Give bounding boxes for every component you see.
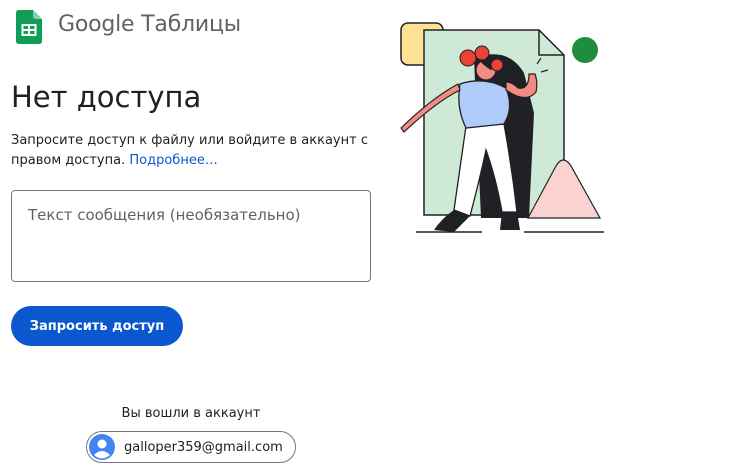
page-title: Нет доступа: [11, 80, 202, 114]
account-circle-icon: [89, 434, 115, 460]
google-sheets-icon: [16, 10, 42, 44]
account-chip[interactable]: galloper359@gmail.com: [86, 431, 296, 463]
google-sheets-logo[interactable]: [16, 10, 42, 44]
no-access-illustration: [400, 22, 604, 233]
request-access-button[interactable]: Запросить доступ: [11, 306, 183, 346]
account-email: galloper359@gmail.com: [124, 439, 283, 455]
learn-more-link[interactable]: Подробнее…: [129, 153, 217, 168]
signed-in-label: Вы вошли в аккаунт: [121, 406, 261, 421]
message-input[interactable]: [11, 190, 371, 282]
access-description: Запросите доступ к файлу или войдите в а…: [11, 131, 371, 171]
product-name: Google Таблицы: [58, 12, 241, 37]
